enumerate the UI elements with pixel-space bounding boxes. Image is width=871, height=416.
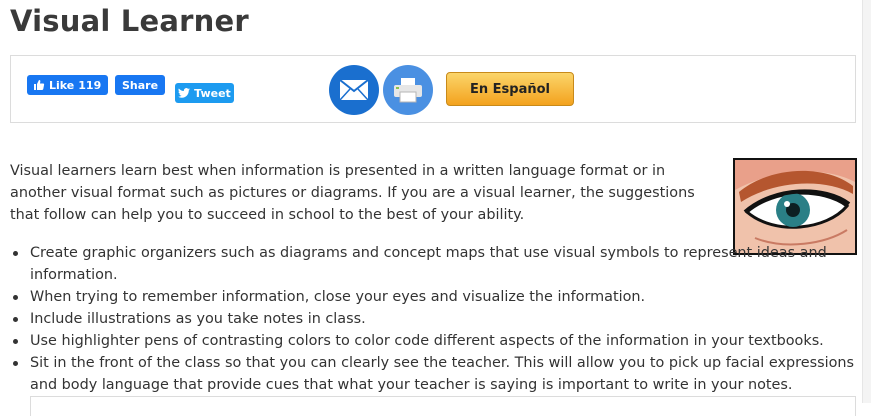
- scrollbar[interactable]: [862, 0, 871, 403]
- list-item: Create graphic organizers such as diagra…: [13, 242, 870, 286]
- list-item: When trying to remember information, clo…: [13, 286, 870, 308]
- eye-illustration: [733, 158, 857, 255]
- share-toolbar: Like 119 Share Tweet En Español: [10, 55, 856, 123]
- email-button[interactable]: [329, 65, 379, 115]
- print-button[interactable]: [383, 65, 433, 115]
- facebook-like-button[interactable]: Like 119: [27, 75, 108, 95]
- facebook-share-button[interactable]: Share: [115, 75, 165, 95]
- tips-list: Create graphic organizers such as diagra…: [10, 242, 870, 396]
- espanol-button[interactable]: En Español: [446, 72, 574, 106]
- printer-icon: [393, 77, 423, 103]
- like-count: 119: [78, 78, 102, 92]
- page-title: Visual Learner: [10, 4, 249, 38]
- list-item: Sit in the front of the class so that yo…: [13, 352, 870, 396]
- intro-paragraph: Visual learners learn best when informat…: [10, 163, 695, 223]
- list-item: Include illustrations as you take notes …: [13, 308, 870, 330]
- like-label: Like: [49, 78, 75, 92]
- list-item: Use highlighter pens of contrasting colo…: [13, 330, 870, 352]
- tweet-button[interactable]: Tweet: [175, 83, 234, 103]
- thumbs-up-icon: [33, 79, 45, 91]
- tweet-label: Tweet: [194, 86, 231, 100]
- envelope-icon: [339, 79, 369, 101]
- twitter-bird-icon: [178, 88, 191, 98]
- content-box-edge: [30, 396, 856, 416]
